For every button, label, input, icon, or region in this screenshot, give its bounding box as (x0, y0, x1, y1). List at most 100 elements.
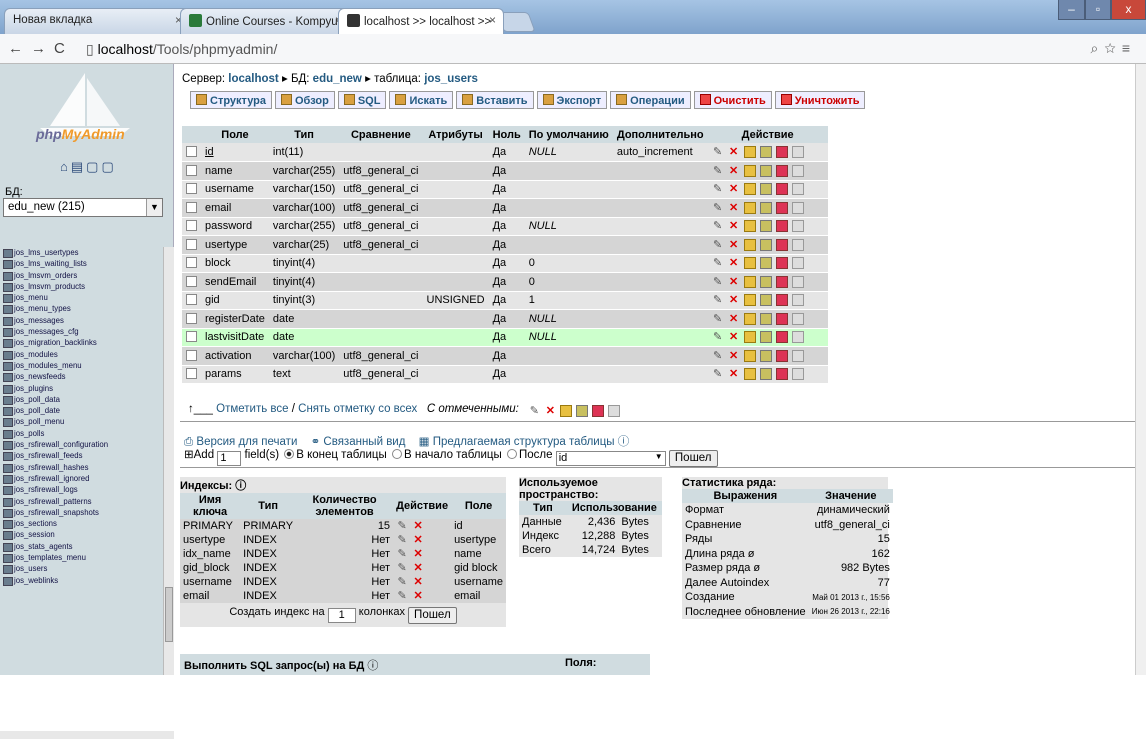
edit-icon[interactable]: ✎ (396, 534, 408, 546)
sidebar-table-item[interactable]: jos_lms_usertypes (2, 247, 162, 259)
edit-icon[interactable]: ✎ (396, 590, 408, 602)
add-count-input[interactable]: 1 (217, 451, 242, 466)
primary-key-icon[interactable] (743, 275, 756, 288)
sidebar-table-item[interactable]: jos_rsfirewall_feeds (2, 450, 162, 462)
sidebar-table-item[interactable]: jos_rsfirewall_hashes (2, 462, 162, 473)
sidebar-table-item[interactable]: jos_templates_menu (2, 552, 162, 564)
fulltext-icon[interactable] (791, 164, 804, 177)
unique-icon[interactable] (775, 349, 788, 362)
table-row[interactable]: gid tinyint(3) UNSIGNED Да 1 ✎ ✕ (182, 291, 828, 310)
tab-search[interactable]: Искать (389, 91, 454, 109)
row-checkbox[interactable] (186, 349, 197, 361)
docs-icon[interactable]: ▢ (101, 159, 116, 174)
sidebar-table-item[interactable]: jos_sections (2, 518, 162, 530)
back-icon[interactable]: ← (8, 40, 31, 57)
delete-icon[interactable]: ✕ (728, 257, 740, 269)
tab-sql[interactable]: SQL (337, 91, 387, 109)
sidebar-hscroll[interactable] (0, 731, 174, 739)
create-index-go-button[interactable]: Пошел (408, 607, 457, 624)
delete-icon[interactable]: ✕ (728, 202, 740, 214)
sidebar-table-item[interactable]: jos_rsfirewall_ignored (2, 473, 162, 485)
help-icon[interactable]: ⓘ (367, 660, 378, 672)
unique-icon[interactable] (592, 405, 605, 417)
query-icon[interactable]: ▢ (86, 159, 101, 174)
help-icon[interactable]: ⓘ (235, 480, 246, 492)
unique-icon[interactable] (775, 275, 788, 288)
sidebar-table-item[interactable]: jos_poll_data (2, 394, 162, 406)
edit-icon[interactable]: ✎ (712, 350, 724, 362)
nav-buttons[interactable]: ←→C (8, 40, 73, 57)
unique-icon[interactable] (775, 201, 788, 214)
row-checkbox[interactable] (186, 183, 197, 195)
index-icon[interactable] (759, 368, 772, 381)
fulltext-icon[interactable] (791, 201, 804, 214)
edit-icon[interactable]: ✎ (712, 276, 724, 288)
unique-icon[interactable] (775, 312, 788, 325)
table-row[interactable]: block tinyint(4) Да 0 ✎ ✕ (182, 254, 828, 273)
primary-key-icon[interactable] (743, 331, 756, 344)
row-checkbox[interactable] (186, 238, 197, 250)
delete-icon[interactable]: ✕ (728, 331, 740, 343)
table-row[interactable]: sendEmail tinyint(4) Да 0 ✎ ✕ (182, 272, 828, 292)
index-icon[interactable] (576, 405, 589, 417)
unique-icon[interactable] (775, 257, 788, 270)
delete-icon[interactable]: ✕ (412, 534, 424, 546)
fulltext-icon[interactable] (791, 146, 804, 158)
sidebar-table-item[interactable]: jos_menu (2, 292, 162, 304)
db-select[interactable]: edu_new (215) ▼ (3, 198, 163, 217)
sidebar-table-item[interactable]: jos_users (2, 563, 162, 575)
reload-icon[interactable]: C (54, 40, 73, 57)
tab-structure[interactable]: Структура (190, 91, 272, 109)
delete-icon[interactable]: ✕ (728, 165, 740, 177)
chevron-down-icon[interactable]: ▼ (146, 199, 162, 216)
primary-key-icon[interactable] (743, 294, 756, 307)
row-checkbox[interactable] (186, 164, 197, 176)
delete-icon[interactable]: ✕ (728, 220, 740, 232)
sidebar-table-item[interactable]: jos_plugins (2, 383, 162, 394)
add-go-button[interactable]: Пошел (668, 450, 718, 467)
sidebar-table-item[interactable]: jos_rsfirewall_logs (2, 484, 162, 496)
edit-icon[interactable]: ✎ (396, 562, 408, 574)
primary-key-icon[interactable] (743, 238, 756, 251)
cell-name[interactable]: sendEmail (201, 272, 269, 292)
row-checkbox[interactable] (186, 368, 197, 380)
table-row[interactable]: id int(11) Да NULL auto_increment ✎ ✕ (182, 143, 828, 162)
row-checkbox[interactable] (186, 294, 197, 306)
delete-icon[interactable]: ✕ (728, 239, 740, 251)
cell-name[interactable]: gid (201, 291, 269, 310)
index-icon[interactable] (759, 275, 772, 288)
cell-name[interactable]: id (201, 143, 269, 162)
cell-name[interactable]: params (201, 365, 269, 384)
table-row[interactable]: activation varchar(100) utf8_general_ci Да ✎… (182, 346, 828, 366)
tab-drop[interactable]: Уничтожить (774, 91, 866, 109)
delete-icon[interactable]: ✕ (412, 548, 424, 560)
index-icon[interactable] (759, 349, 772, 362)
table-row[interactable]: params text utf8_general_ci Да ✎ ✕ (182, 365, 828, 384)
fulltext-icon[interactable] (791, 312, 804, 325)
fulltext-icon[interactable] (791, 331, 804, 344)
radio-after[interactable] (506, 449, 517, 459)
fulltext-icon[interactable] (791, 275, 804, 288)
sidebar-table-item[interactable]: jos_poll_date (2, 405, 162, 417)
unique-icon[interactable] (775, 146, 788, 158)
unique-icon[interactable] (775, 183, 788, 196)
delete-icon[interactable]: ✕ (728, 146, 740, 158)
edit-icon[interactable]: ✎ (712, 313, 724, 325)
row-checkbox[interactable] (186, 201, 197, 213)
table-row[interactable]: username varchar(150) utf8_general_ci Да ✎ ✕ (182, 180, 828, 199)
sidebar-table-item[interactable]: jos_messages_cfg (2, 326, 162, 338)
row-checkbox[interactable] (186, 275, 197, 287)
delete-icon[interactable]: ✕ (412, 562, 424, 574)
sidebar-table-item[interactable]: jos_rsfirewall_patterns (2, 496, 162, 507)
unique-icon[interactable] (775, 164, 788, 177)
tab-export[interactable]: Экспорт (536, 91, 608, 109)
edit-icon[interactable]: ✎ (712, 165, 724, 177)
primary-key-icon[interactable] (743, 164, 756, 177)
radio-end[interactable] (284, 449, 295, 459)
zoom-icon[interactable]: ⌕ (1091, 40, 1105, 56)
sidebar-table-item[interactable]: jos_rsfirewall_snapshots (2, 507, 162, 519)
edit-icon[interactable]: ✎ (712, 294, 724, 306)
fulltext-icon[interactable] (791, 257, 804, 270)
fulltext-icon[interactable] (791, 238, 804, 251)
page-scrollbar[interactable] (1135, 64, 1146, 675)
